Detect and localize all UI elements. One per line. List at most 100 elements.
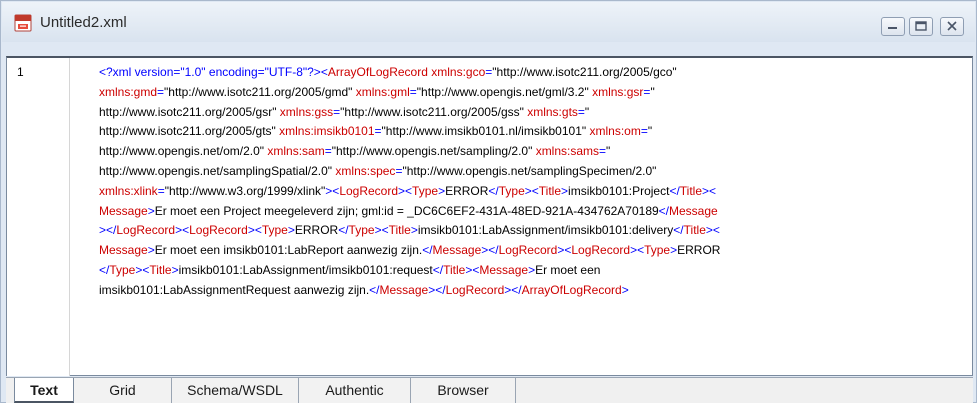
code-token: imsikb0101:LabAssignment/imsikb0101:requ… [178,262,433,277]
line-number-gutter: 1 [7,58,70,376]
code-token: Message [99,243,148,258]
code-token: > [171,262,179,277]
code-line: Message>Er moet een imsikb0101:LabReport… [99,241,965,261]
code-token: = [640,124,648,139]
code-token: LogRecord [571,243,631,258]
code-token: ></ [481,243,499,258]
tab-text[interactable]: Text [14,378,74,403]
tab-grid[interactable]: Grid [74,378,172,403]
code-token: = [599,144,607,159]
code-token: http://www.isotc211.org/2005/gts" [99,124,280,139]
code-token: >< [247,223,262,238]
code-token: http://www.opengis.net/samplingSpatial/2… [99,163,336,178]
code-token: imsikb0101:LabAssignmentRequest aanwezig… [99,282,370,297]
code-token: </ [488,183,499,198]
code-token: " [647,124,653,139]
restore-button[interactable] [909,17,933,36]
code-token: Message [669,203,718,218]
code-token: xmlns:spec [335,163,396,178]
code-token: xmlns:gml [355,84,410,99]
code-token: Er moet een Project meegeleverd zijn; gm… [154,203,659,218]
code-token: "http://www.opengis.net/samplingSpecimen… [402,163,657,178]
code-token: LogRecord [189,223,248,238]
code-token: >< [630,243,645,258]
code-token: " [650,84,655,99]
restore-icon [915,21,927,31]
code-token: LogRecord [445,282,505,297]
document-title: Untitled2.xml [40,14,127,31]
tab-schema-wsdl[interactable]: Schema/WSDL [172,378,299,403]
code-token: LogRecord [498,243,558,258]
code-token: xmlns:sams [535,144,600,159]
code-token: </ [369,282,380,297]
code-token: xmlns:om [589,124,641,139]
code-token: Type [412,183,439,198]
code-token: ArrayOfLogRecord [521,282,622,297]
code-token: Type [348,223,375,238]
xml-editor-window: Untitled2.xml 1 <?xml version="1.0" enco… [0,0,977,403]
code-token: > [561,183,569,198]
title-bar[interactable]: Untitled2.xml [2,2,975,42]
code-token: = [157,183,165,198]
code-line: <?xml version="1.0" encoding="UTF-8"?><A… [99,63,965,83]
code-token: </ [338,223,349,238]
close-button[interactable] [940,17,964,36]
code-token: Message [379,282,429,297]
code-token: = [409,84,417,99]
code-token: >< [175,223,190,238]
code-token: Title [388,223,411,238]
code-token: "http://www.opengis.net/gml/3.2" [416,84,593,99]
tab-authentic[interactable]: Authentic [299,378,411,403]
code-token: Er moet een imsikb0101:LabReport aanwezi… [154,243,423,258]
code-line: xmlns:gmd="http://www.isotc211.org/2005/… [99,83,965,103]
code-line: ></LogRecord><LogRecord><Type>ERROR</Typ… [99,221,965,241]
code-line: http://www.opengis.net/samplingSpatial/2… [99,162,965,182]
code-token: xmlns:gco [431,65,486,79]
code-token: Message [99,203,148,218]
code-token: http://www.isotc211.org/2005/gsr" [99,104,280,119]
code-token: > [147,203,155,218]
code-token: </ [658,203,670,218]
code-token: Type [261,223,288,238]
code-token: xmlns:gmd [99,84,158,99]
code-token: imsikb0101:Project [568,183,670,198]
code-line: Message>Er moet een Project meegeleverd … [99,202,965,222]
code-token: Title [149,262,172,277]
code-token: ERROR [294,223,339,238]
code-token: >< [557,243,572,258]
tab-browser[interactable]: Browser [411,378,516,403]
code-token: >< [135,262,150,277]
code-token: </ [673,223,684,238]
code-token: xmlns:gts [527,104,578,119]
code-line: http://www.isotc211.org/2005/gsr" xmlns:… [99,103,965,123]
minimize-button[interactable] [881,17,905,36]
code-token: "http://www.imsikb0101.nl/imsikb0101" [381,124,590,139]
code-token: > [147,243,155,258]
code-token: ERROR [677,243,721,258]
code-token: </ [432,262,444,277]
code-token: ArrayOfLogRecord [327,65,428,79]
xml-source-code[interactable]: <?xml version="1.0" encoding="UTF-8"?><A… [99,63,965,301]
code-token: Title [683,223,706,238]
close-icon [947,21,957,31]
code-token: > [410,223,418,238]
text-editor-area[interactable]: 1 <?xml version="1.0" encoding="UTF-8"?>… [6,56,973,376]
code-token: >< [524,183,539,198]
code-token: Er moet een [535,262,601,277]
code-token: >< [465,262,480,277]
code-token: xmlns:gsr [592,84,644,99]
code-token: "http://www.w3.org/1999/xlink" [164,183,326,198]
code-token: = [374,124,382,139]
code-token: <?xml version="1.0" encoding="UTF-8"?> [99,65,321,79]
code-token: ></ [428,282,446,297]
code-token: xmlns:gss [279,104,334,119]
code-token: Title [538,183,562,198]
code-token: = [324,144,332,159]
view-tab-bar: Text Grid Schema/WSDL Authentic Browser [6,377,973,403]
code-token: Type [498,183,525,198]
code-token: "http://www.opengis.net/sampling/2.0" [331,144,536,159]
code-token: >< [702,183,717,198]
code-token: imsikb0101:LabAssignment/imsikb0101:deli… [417,223,674,238]
code-token: Type [109,262,136,277]
code-token: Message [479,262,529,277]
